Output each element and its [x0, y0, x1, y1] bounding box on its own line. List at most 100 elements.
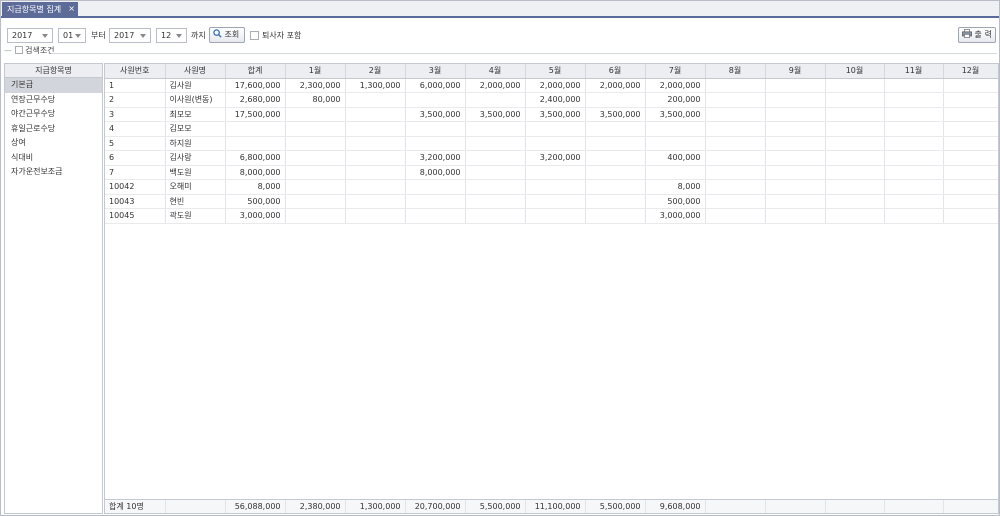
table-cell[interactable]: 1,300,000 [345, 78, 406, 93]
table-cell[interactable] [825, 92, 885, 108]
table-cell[interactable] [884, 107, 944, 122]
table-cell[interactable]: 3,200,000 [525, 150, 586, 166]
to-month-select[interactable]: 12 [156, 28, 187, 43]
payment-item-car-allowance[interactable]: 자가운전보조금 [5, 165, 102, 180]
payment-item-meal[interactable]: 식대비 [5, 151, 102, 166]
col-header-m10[interactable]: 10월 [825, 64, 885, 79]
table-cell[interactable] [705, 121, 766, 137]
col-header-total[interactable]: 합계 [225, 64, 286, 79]
table-row[interactable]: 6 김사랑 6,800,000 3,200,000 3,200,000 400,000 [105, 150, 998, 166]
table-cell[interactable] [525, 165, 586, 180]
col-header-m6[interactable]: 6월 [585, 64, 646, 79]
close-icon[interactable]: × [68, 2, 75, 16]
table-cell[interactable] [465, 136, 526, 151]
table-cell[interactable]: 10042 [105, 179, 166, 195]
table-cell[interactable]: 2,000,000 [645, 78, 706, 93]
table-cell[interactable]: 2 [105, 92, 166, 108]
table-cell[interactable]: 김모모 [165, 121, 226, 137]
table-cell[interactable] [943, 78, 998, 93]
col-header-m12[interactable]: 12월 [943, 64, 998, 79]
table-cell[interactable] [705, 194, 766, 209]
table-row[interactable]: 10042 오해미 8,000 8,000 [105, 179, 998, 195]
table-cell[interactable] [345, 194, 406, 209]
table-cell[interactable] [465, 179, 526, 195]
table-cell[interactable]: 6,000,000 [405, 78, 466, 93]
table-cell[interactable]: 1 [105, 78, 166, 93]
print-button[interactable]: 출 력 [958, 27, 996, 43]
col-header-m5[interactable]: 5월 [525, 64, 586, 79]
to-year-select[interactable]: 2017 [109, 28, 151, 43]
table-cell[interactable]: 500,000 [225, 194, 286, 209]
table-cell[interactable]: 2,300,000 [285, 78, 346, 93]
table-cell[interactable] [825, 107, 885, 122]
table-cell[interactable] [765, 92, 826, 108]
table-cell[interactable] [765, 165, 826, 180]
table-cell[interactable] [884, 92, 944, 108]
tab-payment-summary[interactable]: 지급항목별 집계 × [2, 2, 78, 18]
table-cell[interactable] [825, 194, 885, 209]
table-cell[interactable]: 6,800,000 [225, 150, 286, 166]
table-cell[interactable]: 3,200,000 [405, 150, 466, 166]
table-cell[interactable] [405, 194, 466, 209]
table-row[interactable]: 5 하지원 [105, 136, 998, 151]
table-cell[interactable] [943, 121, 998, 137]
col-header-m3[interactable]: 3월 [405, 64, 466, 79]
table-cell[interactable] [943, 92, 998, 108]
table-cell[interactable] [645, 165, 706, 180]
table-cell[interactable] [345, 136, 406, 151]
table-cell[interactable] [285, 179, 346, 195]
table-cell[interactable] [943, 194, 998, 209]
table-cell[interactable] [884, 179, 944, 195]
table-row[interactable]: 1 김사원 17,600,000 2,300,000 1,300,000 6,000,00… [105, 78, 998, 93]
table-cell[interactable] [705, 208, 766, 224]
table-cell[interactable]: 6 [105, 150, 166, 166]
table-cell[interactable] [884, 165, 944, 180]
table-cell[interactable] [345, 150, 406, 166]
payment-item-overtime[interactable]: 연장근무수당 [5, 93, 102, 108]
table-cell[interactable] [825, 121, 885, 137]
table-cell[interactable]: 8,000,000 [405, 165, 466, 180]
table-cell[interactable] [585, 194, 646, 209]
table-cell[interactable] [705, 150, 766, 166]
table-cell[interactable]: 김사랑 [165, 150, 226, 166]
table-cell[interactable]: 400,000 [645, 150, 706, 166]
table-cell[interactable]: 3,500,000 [645, 107, 706, 122]
search-condition-checkbox[interactable] [14, 46, 23, 54]
col-header-m8[interactable]: 8월 [705, 64, 766, 79]
table-cell[interactable] [705, 92, 766, 108]
table-cell[interactable] [645, 136, 706, 151]
table-cell[interactable] [765, 121, 826, 137]
table-cell[interactable] [525, 121, 586, 137]
table-cell[interactable] [345, 165, 406, 180]
table-cell[interactable]: 2,000,000 [525, 78, 586, 93]
table-cell[interactable]: 3 [105, 107, 166, 122]
table-cell[interactable] [825, 179, 885, 195]
table-cell[interactable] [405, 121, 466, 137]
table-cell[interactable] [585, 150, 646, 166]
table-cell[interactable] [765, 78, 826, 93]
search-condition-toggle[interactable]: — 검색조건 [4, 45, 55, 57]
col-header-emp-no[interactable]: 사원번호 [105, 64, 166, 79]
table-cell[interactable]: 8,000 [225, 179, 286, 195]
table-cell[interactable] [345, 208, 406, 224]
table-cell[interactable]: 3,500,000 [405, 107, 466, 122]
table-cell[interactable]: 3,500,000 [465, 107, 526, 122]
table-cell[interactable]: 2,000,000 [585, 78, 646, 93]
table-cell[interactable] [405, 179, 466, 195]
table-cell[interactable]: 10045 [105, 208, 166, 224]
table-cell[interactable]: 8,000 [645, 179, 706, 195]
col-header-m1[interactable]: 1월 [285, 64, 346, 79]
table-cell[interactable]: 17,600,000 [225, 78, 286, 93]
table-cell[interactable]: 2,400,000 [525, 92, 586, 108]
table-cell[interactable] [585, 92, 646, 108]
table-cell[interactable] [285, 208, 346, 224]
table-cell[interactable]: 4 [105, 121, 166, 137]
table-cell[interactable] [943, 208, 998, 224]
table-cell[interactable] [884, 78, 944, 93]
table-cell[interactable] [884, 208, 944, 224]
table-cell[interactable]: 200,000 [645, 92, 706, 108]
table-cell[interactable] [705, 78, 766, 93]
table-cell[interactable] [285, 107, 346, 122]
table-cell[interactable]: 3,000,000 [645, 208, 706, 224]
table-cell[interactable] [465, 121, 526, 137]
